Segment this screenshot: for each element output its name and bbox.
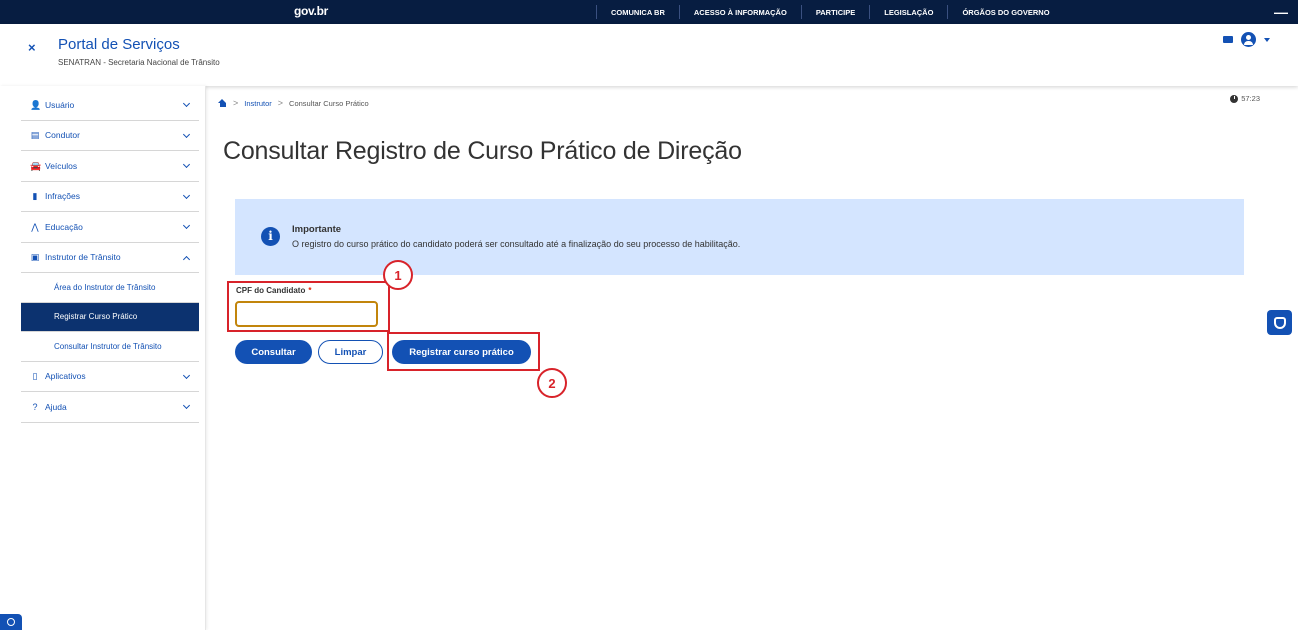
chevron-down-icon: [182, 371, 191, 379]
top-bar: gov.br COMUNICA BR ACESSO À INFORMAÇÃO P…: [0, 0, 1298, 24]
sidebar-item-condutor[interactable]: ▤ Condutor: [21, 121, 199, 151]
minimize-icon[interactable]: —: [1274, 4, 1288, 20]
user-icon: 👤: [30, 99, 42, 110]
document-icon: ▮: [32, 191, 38, 202]
sidebar-item-educacao[interactable]: ⋀ Educação: [21, 212, 199, 243]
header: × Portal de Serviços SENATRAN - Secretar…: [0, 24, 1298, 86]
header-icons: [1223, 32, 1270, 47]
govbr-logo[interactable]: gov.br: [294, 4, 328, 18]
breadcrumb-separator: >: [277, 98, 284, 108]
sidebar-item-label: Educação: [45, 221, 83, 232]
sidebar-item-label: Aplicativos: [45, 371, 86, 382]
annotation-number-1: 1: [383, 260, 413, 290]
chevron-down-icon: [182, 130, 191, 138]
accessibility-icon: [7, 618, 15, 626]
instructor-icon: ▣: [30, 252, 40, 263]
portal-subtitle: SENATRAN - Secretaria Nacional de Trânsi…: [58, 58, 220, 67]
sidebar-item-label: Instrutor de Trânsito: [45, 252, 121, 263]
vlibras-button[interactable]: [1267, 310, 1292, 335]
chevron-down-icon: [182, 191, 191, 199]
sidebar-item-usuario[interactable]: 👤 Usuário: [21, 90, 199, 121]
id-card-icon: ▤: [30, 130, 40, 141]
top-link-comunica-br[interactable]: COMUNICA BR: [597, 8, 679, 17]
breadcrumb-link-instrutor[interactable]: Instrutor: [244, 99, 272, 108]
sidebar-item-label: Ajuda: [45, 401, 67, 412]
alert-title: Importante: [292, 224, 342, 235]
sidebar-subitem-consultar-instrutor[interactable]: Consultar Instrutor de Trânsito: [21, 332, 199, 362]
annotation-box-2: [387, 332, 540, 371]
sidebar-subitem-area-instrutor[interactable]: Área do Instrutor de Trânsito: [21, 273, 199, 303]
sidebar-item-label: Veículos: [45, 160, 78, 171]
session-timer-value: 57:23: [1241, 94, 1260, 103]
breadcrumb: > Instrutor > Consultar Curso Prático: [218, 98, 369, 108]
chevron-down-icon: [182, 160, 191, 169]
car-icon: 🚘: [30, 160, 42, 171]
session-timer: 57:23: [1230, 94, 1260, 103]
sidebar-item-label: Usuário: [45, 99, 75, 110]
top-link-participe[interactable]: PARTICIPE: [802, 8, 869, 17]
home-icon[interactable]: [218, 99, 227, 107]
chevron-up-icon: [182, 255, 191, 263]
portal-title[interactable]: Portal de Serviços: [58, 36, 180, 53]
consultar-button[interactable]: Consultar: [235, 340, 312, 364]
close-menu-icon[interactable]: ×: [28, 40, 36, 55]
page-title: Consultar Registro de Curso Prático de D…: [223, 137, 742, 165]
sidebar-item-aplicativos[interactable]: ▯ Aplicativos: [21, 362, 199, 392]
caret-down-icon[interactable]: [1264, 37, 1270, 42]
chevron-down-icon: [182, 99, 191, 108]
sign-language-icon: [1273, 316, 1286, 329]
sidebar-subitem-registrar-curso[interactable]: Registrar Curso Prático: [21, 302, 199, 332]
sidebar-item-label: Infrações: [45, 191, 80, 202]
chevron-down-icon: [182, 401, 191, 410]
sidebar-item-label: Condutor: [45, 130, 80, 141]
top-links: COMUNICA BR ACESSO À INFORMAÇÃO PARTICIP…: [596, 0, 1064, 24]
mail-icon[interactable]: [1223, 36, 1233, 43]
annotation-box-1: [227, 281, 390, 332]
help-icon: ?: [32, 401, 38, 412]
alert-message: O registro do curso prático do candidato…: [292, 239, 741, 249]
breadcrumb-separator: >: [233, 98, 239, 108]
annotation-number-2: 2: [537, 368, 567, 398]
sidebar-item-veiculos[interactable]: 🚘 Veículos: [21, 151, 199, 182]
top-link-acesso-informacao[interactable]: ACESSO À INFORMAÇÃO: [680, 8, 801, 17]
sidebar-menu: 👤 Usuário ▤ Condutor 🚘 Veículos ▮ Infraç…: [21, 90, 199, 423]
breadcrumb-current: Consultar Curso Prático: [289, 98, 369, 108]
sidebar: 👤 Usuário ▤ Condutor 🚘 Veículos ▮ Infraç…: [0, 86, 206, 630]
user-avatar-icon[interactable]: [1241, 32, 1256, 47]
info-icon: i: [261, 227, 280, 246]
limpar-button[interactable]: Limpar: [318, 340, 383, 364]
top-link-legislacao[interactable]: LEGISLAÇÃO: [870, 8, 947, 17]
sidebar-item-infracoes[interactable]: ▮ Infrações: [21, 182, 199, 212]
chevron-down-icon: [182, 221, 191, 230]
accessibility-button[interactable]: [0, 614, 22, 630]
top-link-orgaos-governo[interactable]: ÓRGÃOS DO GOVERNO: [948, 8, 1063, 17]
clock-icon: [1230, 94, 1239, 103]
mobile-icon: ▯: [32, 371, 38, 382]
road-icon: ⋀: [31, 221, 39, 232]
sidebar-item-instrutor-transito[interactable]: ▣ Instrutor de Trânsito: [21, 243, 199, 273]
sidebar-item-ajuda[interactable]: ? Ajuda: [21, 392, 199, 423]
